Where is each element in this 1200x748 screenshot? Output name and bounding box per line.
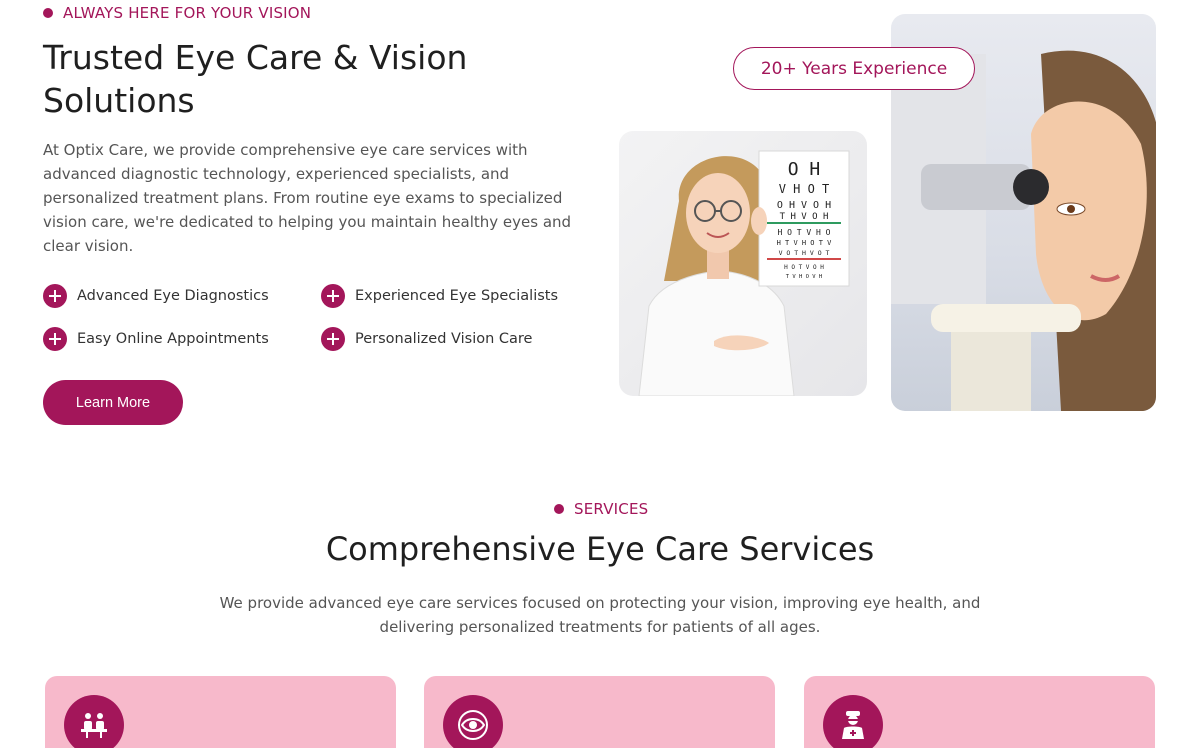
doctor-illustration: O H V H O T O H V O H T H V O H H O T V … xyxy=(638,150,850,396)
feature-item: Experienced Eye Specialists xyxy=(321,284,599,308)
plus-icon xyxy=(321,284,345,308)
doctor-eye-chart-photo: O H V H O T O H V O H T H V O H H O T V … xyxy=(619,131,867,396)
feature-list: Advanced Eye Diagnostics Experienced Eye… xyxy=(43,284,603,351)
service-card[interactable] xyxy=(804,676,1155,748)
eye-chart-row: V O T H V O T xyxy=(779,249,830,257)
eye-chart-row: O H xyxy=(788,159,821,180)
eye-chart-row: H O T V H O xyxy=(778,228,831,237)
plus-icon xyxy=(321,327,345,351)
consultation-icon xyxy=(64,695,124,748)
eyebrow-dot xyxy=(43,8,53,18)
service-card[interactable] xyxy=(45,676,396,748)
eye-chart-row: V H O T xyxy=(779,182,830,196)
service-card[interactable] xyxy=(424,676,775,748)
hero-description: At Optix Care, we provide comprehensive … xyxy=(43,141,572,255)
plus-icon xyxy=(43,327,67,351)
feature-label: Experienced Eye Specialists xyxy=(355,288,559,304)
learn-more-button[interactable]: Learn More xyxy=(43,380,183,425)
services-eyebrow: SERVICES xyxy=(554,500,648,518)
services-title: Comprehensive Eye Care Services xyxy=(325,530,875,568)
eye-chart-row: T V H O V H xyxy=(786,274,822,280)
eye-chart-row: H T V H O T V xyxy=(777,239,833,247)
feature-item: Easy Online Appointments xyxy=(43,327,321,351)
feature-item: Advanced Eye Diagnostics xyxy=(43,284,321,308)
feature-label: Easy Online Appointments xyxy=(77,331,269,347)
plus-icon xyxy=(43,284,67,308)
feature-item: Personalized Vision Care xyxy=(321,327,599,351)
doctor-icon xyxy=(823,695,883,748)
eye-chart-row: H O T V O H xyxy=(784,264,824,271)
eye-chart-row: O H V O H xyxy=(777,200,831,211)
feature-label: Personalized Vision Care xyxy=(355,331,533,347)
experience-badge: 20+ Years Experience xyxy=(733,47,975,90)
eye-chart-row: T H V O H xyxy=(780,212,829,222)
hero-eyebrow-label: ALWAYS HERE FOR YOUR VISION xyxy=(63,4,312,22)
eye-icon xyxy=(443,695,503,748)
hero-eyebrow: ALWAYS HERE FOR YOUR VISION xyxy=(43,4,311,22)
eyebrow-dot xyxy=(554,504,564,514)
services-eyebrow-label: SERVICES xyxy=(574,500,649,518)
services-description: We provide advanced eye care services fo… xyxy=(219,594,981,636)
feature-label: Advanced Eye Diagnostics xyxy=(77,288,269,304)
hero-title: Trusted Eye Care & Vision Solutions xyxy=(43,38,468,120)
